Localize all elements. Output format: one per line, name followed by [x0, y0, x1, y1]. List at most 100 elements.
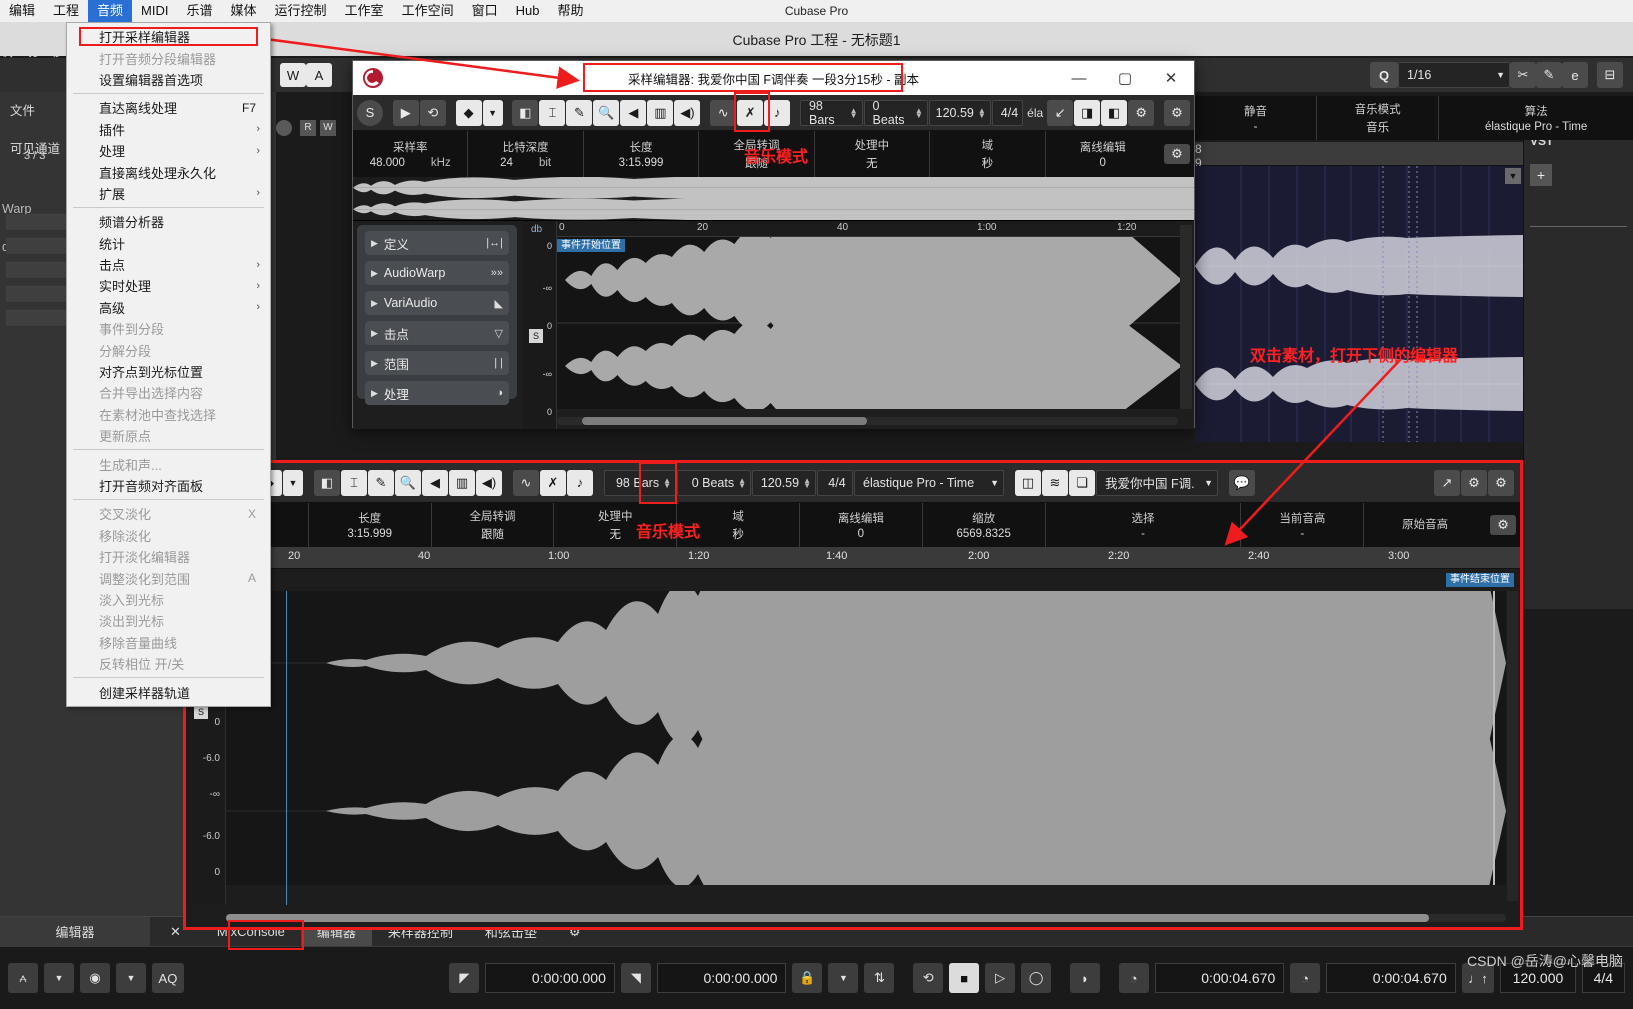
solo-button[interactable]: S: [357, 99, 383, 126]
audio-menu-item-31[interactable]: 移除音量曲线: [67, 632, 270, 653]
sample-editor-toolbar[interactable]: S ▶ ⟲ ◆ ▼ ◧ ⌶ ✎ 🔍 ◀ ▥ ◀) ∿ ✗ ♪ 98 Bars ▲…: [353, 95, 1194, 131]
transport-aq-button[interactable]: AQ: [152, 963, 184, 993]
audio-menu-item-23[interactable]: 打开音频对齐面板: [67, 475, 270, 496]
menu-item-2[interactable]: 音频: [88, 0, 133, 22]
section-variaudio[interactable]: ▶ VariAudio ◣: [365, 291, 509, 315]
range-select-icon[interactable]: ⌶: [539, 99, 566, 126]
menu-item-3[interactable]: MIDI: [132, 0, 177, 22]
play-icon[interactable]: ▶: [392, 99, 419, 126]
beats-field[interactable]: 0 Beats ▲ ▼: [863, 99, 928, 127]
audio-menu-item-11[interactable]: 统计: [67, 233, 270, 254]
menu-item-10[interactable]: Hub: [507, 0, 549, 22]
lower-range-select-icon[interactable]: ⌶: [341, 469, 367, 496]
transport-tempo-track-icon[interactable]: ◗: [1069, 963, 1100, 993]
transport-secondary-time[interactable]: 0:00:04.670: [1326, 963, 1456, 993]
tempo-field[interactable]: 120.59 ▲ ▼: [928, 99, 991, 126]
audio-menu-item-18[interactable]: 合并导出选择内容: [67, 382, 270, 403]
scissors-icon[interactable]: ✂: [1510, 62, 1536, 88]
sample-editor-hscroll-thumb[interactable]: [581, 417, 868, 425]
transport-metronome-dropdown-icon[interactable]: ▼: [116, 963, 146, 993]
transport-lock-dropdown-icon[interactable]: ▼: [828, 963, 859, 993]
bars-field[interactable]: 98 Bars ▲ ▼: [799, 99, 863, 127]
sample-editor-wave-area[interactable]: 0 20 40 1:00 1:20 事件开始位置: [557, 221, 1182, 413]
sample-editor-window[interactable]: 采样编辑器: 我爱你中国 F调伴奏 一段3分15秒 - 副本 — ▢ ✕ S ▶…: [352, 60, 1195, 429]
project-ruler[interactable]: 8 9 10: [1195, 142, 1523, 184]
audio-menu-item-28[interactable]: 调整淡化到范围 A: [67, 567, 270, 588]
quantize-select[interactable]: 1/16 ▼: [1398, 62, 1510, 88]
transport-primary-time[interactable]: 0:00:04.670: [1154, 963, 1285, 993]
audio-menu-item-1[interactable]: 打开音频分段编辑器: [67, 47, 270, 68]
sample-editor-body[interactable]: ▶ 定义 |↔| ▶ AudioWarp »» ▶ VariAudio ◣ ▶ …: [353, 221, 1194, 429]
section-audiowarp[interactable]: ▶ AudioWarp »»: [365, 261, 509, 285]
audio-menu-item-8[interactable]: 扩展 ›: [67, 183, 270, 204]
audio-menu-item-4[interactable]: 直达离线处理 F7: [67, 97, 270, 118]
audio-menu-item-26[interactable]: 移除淡化: [67, 525, 270, 546]
transport-punch-icon[interactable]: ⇅: [864, 963, 895, 993]
beats-spinner[interactable]: ▲ ▼: [915, 106, 923, 119]
transport-primary-time-icon[interactable]: ◔: [1118, 963, 1149, 993]
lower-speaker-icon[interactable]: ◀): [476, 469, 502, 496]
lower-crossfade-icon[interactable]: ✗: [540, 469, 566, 496]
vst-add-icon[interactable]: +: [1530, 164, 1552, 186]
transport-waveform-icon[interactable]: ⩜: [8, 963, 38, 993]
event-start-marker[interactable]: 事件开始位置: [557, 239, 625, 252]
lower-pencil-icon[interactable]: ✎: [368, 469, 394, 496]
lower-setup-icon[interactable]: ⚙: [1461, 469, 1487, 496]
lower-editor-ruler[interactable]: 20 40 1:00 1:20 1:40 2:00 2:20 2:40 3:00: [186, 547, 1520, 569]
audio-menu-item-34[interactable]: 创建采样器轨道: [67, 681, 270, 702]
sample-editor-ruler[interactable]: 0 20 40 1:00 1:20: [557, 221, 1182, 237]
show-right-panel-icon[interactable]: ◧: [1101, 99, 1128, 126]
lower-beats-field[interactable]: 0 Beats ▲ ▼: [677, 469, 751, 496]
minimize-icon[interactable]: —: [1056, 61, 1102, 95]
project-a-button[interactable]: A: [306, 63, 332, 87]
align-icon[interactable]: ⊟: [1597, 62, 1623, 88]
snap-point-marker[interactable]: S: [529, 329, 543, 343]
menu-item-0[interactable]: 编辑: [0, 0, 44, 22]
menu-item-7[interactable]: 工作室: [336, 0, 393, 22]
audio-menu-item-12[interactable]: 击点 ›: [67, 254, 270, 275]
lower-vscrollbar[interactable]: [1507, 591, 1518, 901]
transport-stop-icon[interactable]: ■: [949, 963, 980, 993]
chevron-down-icon[interactable]: ▼: [1496, 70, 1505, 80]
transport-left-locator-icon[interactable]: ◤: [449, 963, 480, 993]
lower-settings-icon[interactable]: ⚙: [1488, 469, 1514, 496]
transport-play-icon[interactable]: ▷: [985, 963, 1016, 993]
lower-snap-point-marker[interactable]: S: [194, 705, 208, 719]
bottom-left-editor-label[interactable]: 编辑器: [0, 916, 150, 947]
track-r-button[interactable]: R: [300, 120, 316, 136]
audio-menu-item-20[interactable]: 更新原点: [67, 425, 270, 446]
section-definition[interactable]: ▶ 定义 |↔|: [365, 231, 509, 255]
transport-right-locator-time[interactable]: 0:00:00.000: [656, 963, 787, 993]
loop-icon[interactable]: ⟲: [419, 99, 446, 126]
menu-bar[interactable]: 编辑 工程 音频 MIDI 乐谱 媒体 运行控制 工作室 工作空间 窗口 Hub 帮助 Cubase P…: [0, 0, 1633, 22]
event-end-marker[interactable]: 事件结束位置: [1446, 573, 1514, 587]
vst-rack-panel[interactable]: VST +: [1523, 128, 1633, 609]
lower-wave-zoom-icon[interactable]: ≋: [1042, 469, 1068, 496]
chevron-down-icon[interactable]: ▼: [1204, 478, 1213, 488]
lower-hscrollbar[interactable]: [226, 914, 1506, 922]
lower-comment-icon[interactable]: 💬: [1229, 469, 1255, 496]
zoom-icon[interactable]: 🔍: [593, 99, 620, 126]
lower-file-select[interactable]: 我爱你中国 F调. ▼: [1096, 469, 1218, 496]
lower-playhead[interactable]: [286, 591, 287, 905]
speaker-icon[interactable]: ◀): [674, 99, 701, 126]
menu-item-5[interactable]: 媒体: [222, 0, 266, 22]
e-icon[interactable]: e: [1562, 62, 1588, 88]
transport-lock-icon[interactable]: 🔒: [792, 963, 823, 993]
transport-cycle-icon[interactable]: ⟲: [913, 963, 944, 993]
sample-editor-titlebar[interactable]: 采样编辑器: 我爱你中国 F调伴奏 一段3分15秒 - 副本 — ▢ ✕: [353, 61, 1194, 95]
section-range[interactable]: ▶ 范围 | |: [365, 351, 509, 375]
transport-record-icon[interactable]: ◯: [1021, 963, 1052, 993]
sample-editor-waveform[interactable]: [557, 237, 1182, 409]
menu-item-6[interactable]: 运行控制: [266, 0, 336, 22]
lower-editor-zone[interactable]: ▶ ⟲ ◆ ▼ ◧ ⌶ ✎ 🔍 ◀ ▥ ◀) ∿ ✗ ♪ 98 Bars ▲▼ …: [183, 460, 1523, 930]
lower-select-dropdown-icon[interactable]: ▼: [283, 469, 303, 496]
menu-item-4[interactable]: 乐谱: [178, 0, 222, 22]
lower-timewarp-icon[interactable]: ▥: [449, 469, 475, 496]
transport-bar[interactable]: ⩜ ▼ ◉ ▼ AQ ◤ 0:00:00.000 ◥ 0:00:00.000 🔒…: [0, 946, 1633, 1009]
audio-menu-item-10[interactable]: 频谱分析器: [67, 211, 270, 232]
lower-beats-spinner[interactable]: ▲ ▼: [738, 476, 746, 489]
close-icon[interactable]: ✕: [1148, 61, 1194, 95]
section-process[interactable]: ▶ 处理 ◑: [365, 381, 509, 405]
lower-hscroll-thumb[interactable]: [226, 914, 1430, 922]
